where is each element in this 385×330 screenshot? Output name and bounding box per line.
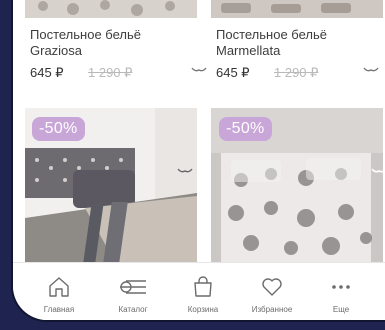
bottom-nav: Главная Каталог Корзина Избранное Еще (13, 262, 385, 320)
product-old-price: 1 290 ₽ (88, 65, 133, 80)
nav-label: Корзина (187, 305, 219, 314)
bedding-pattern-image (211, 0, 383, 18)
product-image[interactable] (25, 0, 197, 18)
bedding-pattern-image (25, 0, 197, 18)
product-card-marmellata[interactable]: Постельное бельё Marmellata 645 ₽ 1 290 … (211, 0, 383, 90)
nav-label: Избранное (251, 305, 293, 314)
nav-label: Еще (332, 305, 350, 314)
product-name[interactable]: Постельное бельё Graziosa (30, 27, 180, 59)
favorite-chevron-icon[interactable] (177, 168, 193, 176)
promo-card-right[interactable]: -50% (211, 108, 385, 262)
product-old-price: 1 290 ₽ (274, 65, 319, 80)
nav-item-cart[interactable]: Корзина (168, 263, 238, 320)
nav-label: Каталог (118, 305, 148, 314)
discount-badge: -50% (219, 117, 272, 141)
product-name[interactable]: Постельное бельё Marmellata (216, 27, 366, 59)
favorite-chevron-icon[interactable] (371, 168, 385, 176)
favorite-chevron-icon[interactable] (191, 67, 207, 75)
discount-badge: -50% (32, 117, 85, 141)
promo-card-left[interactable]: -50% (25, 108, 197, 262)
nav-item-catalog[interactable]: Каталог (98, 263, 168, 320)
home-icon (49, 277, 69, 297)
product-price: 645 ₽ (216, 65, 250, 80)
nav-item-more[interactable]: Еще (306, 263, 376, 320)
product-card-graziosa[interactable]: Постельное бельё Graziosa 645 ₽ 1 290 ₽ (25, 0, 207, 90)
phone-screen: Постельное бельё Graziosa 645 ₽ 1 290 ₽ … (13, 0, 385, 320)
nav-item-home[interactable]: Главная (24, 263, 94, 320)
favorite-chevron-icon[interactable] (363, 67, 379, 75)
product-image[interactable] (211, 0, 383, 18)
heart-icon (262, 278, 282, 296)
nav-item-favorites[interactable]: Избранное (237, 263, 307, 320)
bag-icon (194, 276, 212, 297)
catalog-icon (120, 280, 146, 294)
product-price: 645 ₽ (30, 65, 64, 80)
nav-label: Главная (43, 305, 75, 314)
more-icon (332, 285, 350, 289)
